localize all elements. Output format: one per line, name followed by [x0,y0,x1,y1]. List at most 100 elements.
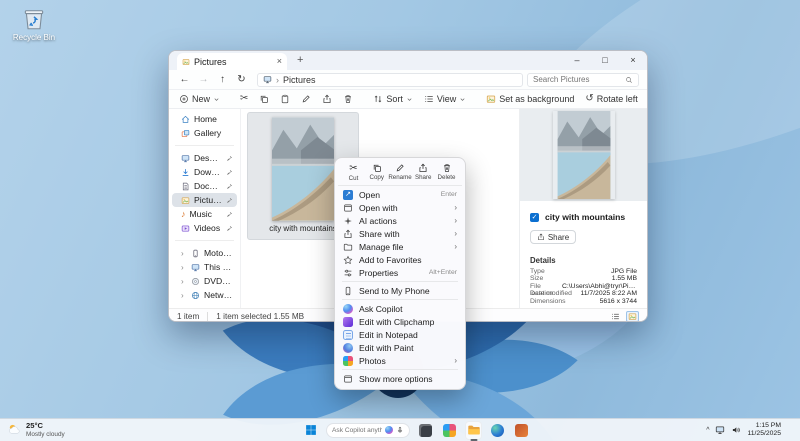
preview-image[interactable] [553,111,615,199]
menu-item-manage-file[interactable]: Manage file › [338,240,462,253]
desktop-icon [181,154,190,163]
menu-item-ask-copilot[interactable]: Ask Copilot [338,302,462,315]
search-icon [625,76,633,84]
menu-item-open-with[interactable]: Open with › [338,201,462,214]
sidebar-item-this-pc[interactable]: › This PC [172,260,237,274]
weather-widget[interactable]: 25°C Mostly cloudy [0,422,170,438]
minimize-button[interactable]: – [563,51,591,70]
search-box[interactable] [527,73,639,87]
large-icons-view-toggle[interactable] [626,311,639,322]
recycle-bin-shortcut[interactable]: Recycle Bin [12,6,56,42]
new-label: New [192,94,210,104]
paste-button[interactable] [276,91,294,107]
rotate-left-button[interactable]: ↺ Rotate left [581,91,641,107]
tab-close-button[interactable]: × [277,57,282,66]
pin-icon [226,155,233,162]
expand-chevron-icon[interactable]: › [181,263,187,272]
menu-item-send-to-phone[interactable]: Send to My Phone [338,284,462,297]
search-input[interactable] [533,75,625,84]
menu-item-share-with[interactable]: Share with › [338,227,462,240]
view-icon [424,94,434,104]
start-button[interactable] [302,421,319,440]
menu-item-photos[interactable]: Photos › [338,354,462,367]
sidebar-item-music[interactable]: ♪ Music [172,207,237,221]
forward-button[interactable]: → [196,74,211,85]
file-checkbox[interactable]: ✓ [530,213,539,222]
task-view-button[interactable] [417,421,434,440]
menu-item-edit-in-notepad[interactable]: Edit in Notepad [338,328,462,341]
file-explorer-taskbar-button[interactable] [465,421,482,440]
photos-icon [343,356,353,366]
new-icon [179,94,189,104]
menu-item-edit-with-clipchamp[interactable]: Edit with Clipchamp [338,315,462,328]
store-app-icon [515,424,528,437]
sidebar-item-documents[interactable]: Documents [172,179,237,193]
close-button[interactable]: × [619,51,647,70]
chevron-down-icon [406,96,413,103]
quick-copy-button[interactable]: Copy [365,163,388,182]
recycle-bin-label: Recycle Bin [12,33,56,42]
rename-button[interactable] [297,91,315,107]
quick-delete-button[interactable]: Delete [435,163,458,182]
menu-item-properties[interactable]: Properties Alt+Enter [338,266,462,279]
network-tray-icon[interactable] [715,425,725,435]
clipchamp-icon [343,317,353,327]
menu-item-open[interactable]: ↗ Open Enter [338,188,462,201]
folder-icon [343,242,353,252]
sidebar-item-desktop[interactable]: Desktop [172,151,237,165]
refresh-button[interactable]: ↻ [234,74,249,85]
photos-app-button[interactable] [441,421,458,440]
quick-rename-button[interactable]: Rename [389,163,412,182]
dvd-drive-icon [191,277,200,286]
up-button[interactable]: ↑ [215,74,230,85]
copy-button[interactable] [255,91,273,107]
taskbar-search[interactable] [326,423,410,438]
sidebar-item-dvd-drive[interactable]: › DVD Drive (D:) C [172,274,237,288]
sidebar-item-downloads[interactable]: Downloads [172,165,237,179]
sidebar-item-videos[interactable]: Videos [172,221,237,235]
breadcrumb[interactable]: › Pictures [257,73,523,87]
sidebar-item-phone[interactable]: › Moto Edge 50 N [172,246,237,260]
delete-button[interactable] [339,91,357,107]
breadcrumb-location[interactable]: Pictures [283,75,316,85]
tab-bar[interactable]: Pictures × + – □ × [169,51,647,70]
back-button[interactable]: ← [177,74,192,85]
taskbar-search-input[interactable] [332,427,382,434]
menu-item-add-to-favorites[interactable]: Add to Favorites [338,253,462,266]
tab-pictures[interactable]: Pictures × [177,53,287,70]
cut-button[interactable]: ✂ [236,91,252,107]
new-button[interactable]: New [175,91,224,107]
volume-icon[interactable] [731,425,741,435]
photos-app-icon [443,424,456,437]
cut-icon: ✂ [349,163,357,174]
taskbar-clock[interactable]: 1:15 PM 11/25/2025 [747,422,781,439]
details-view-toggle[interactable] [609,311,622,322]
new-tab-button[interactable]: + [297,55,303,66]
sort-button[interactable]: Sort [369,91,417,107]
expand-chevron-icon[interactable]: › [181,291,187,300]
sidebar-item-network[interactable]: › Network [172,288,237,302]
set-as-background-button[interactable]: Set as background [482,91,578,107]
hidden-icons-chevron[interactable]: ^ [706,427,709,434]
detail-row-modified: Date modified11/7/2025 8:22 AM [520,290,647,297]
menu-item-show-more-options[interactable]: Show more options [338,372,462,385]
maximize-button[interactable]: □ [591,51,619,70]
edge-browser-button[interactable] [489,421,506,440]
sidebar-item-pictures[interactable]: Pictures [172,193,237,207]
details-share-button[interactable]: Share [530,230,576,244]
quick-share-button[interactable]: Share [412,163,435,182]
sidebar-item-home[interactable]: Home [172,112,237,126]
store-app-button[interactable] [513,421,530,440]
expand-chevron-icon[interactable]: › [181,249,187,258]
detail-row-location: File locationC:\Users\Abhi@tryr\Pictures [520,283,647,290]
quick-cut-button[interactable]: ✂ Cut [342,163,365,182]
view-button[interactable]: View [420,91,470,107]
home-icon [181,115,190,124]
show-more-icon [343,374,353,384]
sidebar-item-gallery[interactable]: Gallery [172,126,237,140]
menu-item-edit-with-paint[interactable]: Edit with Paint [338,341,462,354]
share-button[interactable] [318,91,336,107]
menu-item-ai-actions[interactable]: AI actions › [338,214,462,227]
more-options-button[interactable]: … [645,91,648,107]
expand-chevron-icon[interactable]: › [181,277,187,286]
